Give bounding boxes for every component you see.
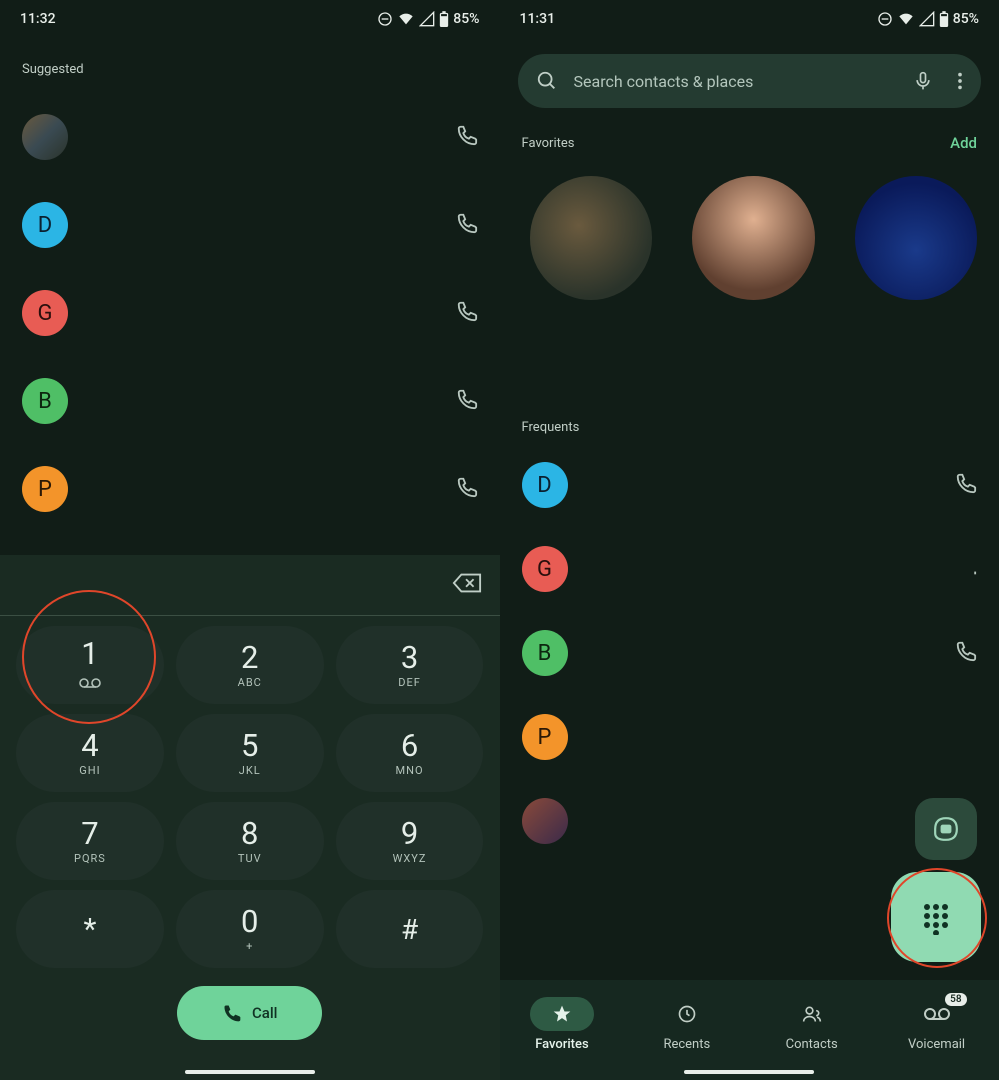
nav-voicemail[interactable]: 58 Voicemail xyxy=(905,997,969,1052)
key-0[interactable]: 0+ xyxy=(176,890,324,968)
mic-icon[interactable] xyxy=(913,69,933,93)
key-hash[interactable]: # xyxy=(336,890,484,968)
dialer-screen: 11:32 85% Suggested D G B P xyxy=(0,0,500,1080)
key-2[interactable]: 2ABC xyxy=(176,626,324,704)
status-icons: 85% xyxy=(877,11,979,28)
status-bar: 11:31 85% xyxy=(500,0,999,38)
key-3[interactable]: 3DEF xyxy=(336,626,484,704)
dialer-panel: 1 2ABC 3DEF 4GHI 5JKL 6MNO 7PQRS 8TUV 9W… xyxy=(0,555,500,1080)
frequent-contact[interactable]: P xyxy=(500,695,999,779)
contact-avatar: B xyxy=(22,378,68,424)
call-button[interactable]: Call xyxy=(177,986,322,1040)
add-favorite-button[interactable]: Add xyxy=(950,134,977,152)
frequent-contact[interactable]: D xyxy=(500,443,999,527)
favorite-contact[interactable] xyxy=(855,176,978,300)
signal-icon xyxy=(419,11,435,27)
dnd-icon xyxy=(877,11,893,27)
clock-icon xyxy=(677,1004,697,1024)
voicemail-badge: 58 xyxy=(945,993,966,1006)
call-icon[interactable] xyxy=(456,388,478,414)
divider xyxy=(0,615,500,616)
dnd-icon xyxy=(377,11,393,27)
suggested-contact[interactable]: G xyxy=(0,269,500,357)
suggested-contact[interactable]: B xyxy=(0,357,500,445)
voicemail-icon xyxy=(79,673,101,692)
nav-favorites[interactable]: Favorites xyxy=(530,997,594,1052)
frequent-contact[interactable]: G xyxy=(500,527,999,611)
suggested-label: Suggested xyxy=(0,38,500,87)
call-icon[interactable] xyxy=(456,212,478,238)
suggested-list: D G B P xyxy=(0,87,500,539)
favorites-label: Favorites xyxy=(522,136,575,151)
key-1[interactable]: 1 xyxy=(16,626,164,704)
nav-handle[interactable] xyxy=(185,1070,315,1074)
call-icon[interactable] xyxy=(955,640,977,666)
video-call-fab[interactable] xyxy=(915,798,977,860)
voicemail-icon xyxy=(924,1007,950,1021)
favorites-row xyxy=(500,166,999,310)
favorite-contact[interactable] xyxy=(692,176,815,300)
keypad: 1 2ABC 3DEF 4GHI 5JKL 6MNO 7PQRS 8TUV 9W… xyxy=(0,626,500,968)
suggested-contact[interactable]: P xyxy=(0,445,500,533)
key-star[interactable]: * xyxy=(16,890,164,968)
status-time: 11:31 xyxy=(520,11,556,27)
frequents-label: Frequents xyxy=(500,310,999,443)
status-bar: 11:32 85% xyxy=(0,0,500,38)
call-icon[interactable] xyxy=(456,476,478,502)
contact-avatar: P xyxy=(22,466,68,512)
status-time: 11:32 xyxy=(20,11,56,27)
key-6[interactable]: 6MNO xyxy=(336,714,484,792)
suggested-contact[interactable] xyxy=(0,93,500,181)
signal-icon xyxy=(919,11,935,27)
contact-avatar: D xyxy=(522,462,568,508)
phone-home-screen: 11:31 85% Search contacts & places Favor… xyxy=(500,0,999,1080)
bottom-nav: Favorites Recents Contacts 58 Voicemail xyxy=(500,980,999,1080)
wifi-icon xyxy=(897,11,915,27)
search-placeholder: Search contacts & places xyxy=(574,72,898,91)
contact-avatar: G xyxy=(22,290,68,336)
nav-handle[interactable] xyxy=(684,1070,814,1074)
battery-percent: 85% xyxy=(453,11,479,27)
contact-avatar: B xyxy=(522,630,568,676)
nav-recents[interactable]: Recents xyxy=(655,997,719,1052)
key-9[interactable]: 9WXYZ xyxy=(336,802,484,880)
suggested-contact[interactable]: D xyxy=(0,181,500,269)
dialpad-fab[interactable] xyxy=(891,872,981,962)
people-icon xyxy=(801,1004,823,1024)
video-icon xyxy=(933,816,959,842)
phone-icon xyxy=(222,1003,242,1023)
contact-avatar: G xyxy=(522,546,568,592)
nav-contacts[interactable]: Contacts xyxy=(780,997,844,1052)
contact-avatar: D xyxy=(22,202,68,248)
key-8[interactable]: 8TUV xyxy=(176,802,324,880)
call-icon[interactable] xyxy=(955,556,977,582)
favorites-header: Favorites Add xyxy=(500,116,999,166)
more-icon[interactable] xyxy=(949,70,971,92)
key-7[interactable]: 7PQRS xyxy=(16,802,164,880)
favorite-contact[interactable] xyxy=(530,176,653,300)
battery-icon xyxy=(939,11,949,28)
battery-percent: 85% xyxy=(953,11,979,27)
dialpad-icon xyxy=(918,899,954,935)
contact-avatar: P xyxy=(522,714,568,760)
call-icon[interactable] xyxy=(955,472,977,498)
frequent-contact[interactable]: B xyxy=(500,611,999,695)
search-bar[interactable]: Search contacts & places xyxy=(518,54,982,108)
key-5[interactable]: 5JKL xyxy=(176,714,324,792)
key-4[interactable]: 4GHI xyxy=(16,714,164,792)
call-label: Call xyxy=(252,1004,278,1022)
backspace-button[interactable] xyxy=(452,571,482,599)
star-icon xyxy=(552,1004,572,1024)
contact-avatar-photo xyxy=(22,114,68,160)
wifi-icon xyxy=(397,11,415,27)
status-icons: 85% xyxy=(377,11,479,28)
call-icon[interactable] xyxy=(456,300,478,326)
search-icon xyxy=(536,70,558,92)
call-icon[interactable] xyxy=(456,124,478,150)
contact-avatar-photo xyxy=(522,798,568,844)
battery-icon xyxy=(439,11,449,28)
